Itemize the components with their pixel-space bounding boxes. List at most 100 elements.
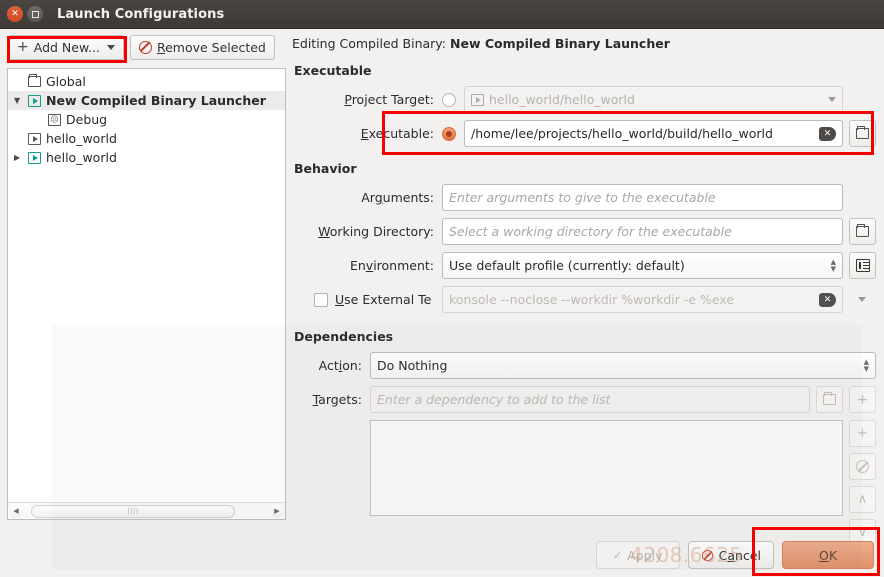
folder-icon <box>28 73 41 87</box>
arguments-input[interactable]: Enter arguments to give to the executabl… <box>442 184 843 211</box>
scrollbar-thumb[interactable]: |||| <box>31 504 235 518</box>
terminal-command-input[interactable]: konsole --noclose --workdir %workdir -e … <box>442 286 843 313</box>
environment-value: Use default profile (currently: default) <box>449 258 685 273</box>
window-titlebar: ✕ Launch Configurations <box>0 0 884 29</box>
chevron-down-icon[interactable] <box>106 44 115 50</box>
spinner-icon[interactable]: ▲ ▼ <box>831 258 836 272</box>
project-target-combo[interactable]: hello_world/hello_world <box>464 86 843 113</box>
targets-add-button-2[interactable]: + <box>849 420 876 447</box>
add-new-label: Add New... <box>33 39 100 55</box>
working-directory-input[interactable]: Select a working directory for the execu… <box>442 218 843 245</box>
working-directory-label: Working Directory: <box>318 224 434 239</box>
targets-list-row: + ∧ ∨ <box>292 420 876 546</box>
action-value: Do Nothing <box>377 358 448 373</box>
dependencies-group-heading: Dependencies <box>294 329 394 344</box>
close-icon[interactable]: ✕ <box>7 6 23 22</box>
action-combo[interactable]: Do Nothing ▲ ▼ <box>370 352 876 379</box>
use-external-terminal-checkbox[interactable] <box>314 292 328 307</box>
launcher-gray-icon <box>28 132 41 145</box>
remove-selected-label: Remove Selected <box>156 39 266 55</box>
executable-label: Executable: <box>360 126 434 141</box>
chevron-down-icon[interactable] <box>14 96 28 105</box>
tree-item-label: hello_world <box>46 131 117 146</box>
behavior-group-heading: Behavior <box>294 161 357 176</box>
executable-browse-button[interactable] <box>849 120 876 147</box>
editing-prefix: Editing Compiled Binary: <box>292 36 447 51</box>
editing-header: Editing Compiled Binary: New Compiled Bi… <box>292 36 876 51</box>
scroll-left-arrow-icon[interactable]: ◀ <box>9 504 23 518</box>
targets-remove-button[interactable] <box>849 453 876 480</box>
targets-label: Targets: <box>312 392 362 407</box>
apply-label: Apply <box>627 547 663 563</box>
project-target-label: Project Target: <box>344 92 434 107</box>
tree-item-new-compiled-binary-launcher[interactable]: New Compiled Binary Launcher <box>8 91 285 110</box>
working-directory-row: Working Directory: Select a working dire… <box>292 218 876 245</box>
targets-action-buttons: + ∧ ∨ <box>849 420 876 546</box>
executable-value: /home/lee/projects/hello_world/build/hel… <box>471 126 773 141</box>
launcher-icon <box>28 94 41 107</box>
project-target-value: hello_world/hello_world <box>489 92 635 107</box>
dialog-button-bar: ✓ Apply Cancel OK <box>595 541 874 569</box>
working-directory-browse-button[interactable] <box>849 218 876 245</box>
add-new-button[interactable]: + Add New... <box>8 34 124 60</box>
use-external-terminal-check-wrap[interactable]: Use External Te <box>292 292 442 307</box>
clear-icon[interactable]: ✕ <box>819 126 836 141</box>
spinner-icon[interactable]: ▲ ▼ <box>864 358 869 372</box>
environment-config-button[interactable] <box>849 252 876 279</box>
check-icon: ✓ <box>612 548 623 562</box>
tree-item-hello-world-gray[interactable]: hello_world <box>8 129 285 148</box>
configuration-editor-pane: Editing Compiled Binary: New Compiled Bi… <box>292 36 876 553</box>
targets-move-up-button[interactable]: ∧ <box>849 486 876 513</box>
apply-button[interactable]: ✓ Apply <box>595 541 680 569</box>
chevron-down-icon[interactable] <box>857 297 866 302</box>
project-target-radio[interactable] <box>442 92 456 107</box>
targets-placeholder: Enter a dependency to add to the list <box>377 392 611 407</box>
plus-icon: + <box>857 426 868 441</box>
use-external-terminal-label: Use External Te <box>335 292 432 307</box>
executable-group-heading: Executable <box>294 63 372 78</box>
action-label: Action: <box>318 358 362 373</box>
targets-listbox[interactable] <box>370 420 843 516</box>
cancel-button[interactable]: Cancel <box>687 541 774 569</box>
tree-item-global[interactable]: Global <box>8 72 285 91</box>
maximize-icon[interactable] <box>27 6 43 22</box>
targets-browse-button[interactable] <box>816 386 843 413</box>
environment-config-icon <box>855 259 870 272</box>
launcher-gray-icon <box>471 93 484 106</box>
environment-combo[interactable]: Use default profile (currently: default)… <box>442 252 843 279</box>
ok-button[interactable]: OK <box>782 541 874 569</box>
working-directory-placeholder: Select a working directory for the execu… <box>449 224 732 239</box>
use-external-terminal-row: Use External Te konsole --noclose --work… <box>292 286 876 313</box>
arguments-row: Arguments: Enter arguments to give to th… <box>292 184 876 211</box>
ok-label: OK <box>818 547 838 563</box>
folder-browse-icon <box>856 125 869 139</box>
cancel-label: Cancel <box>718 547 761 563</box>
targets-input[interactable]: Enter a dependency to add to the list <box>370 386 810 413</box>
folder-browse-icon <box>856 223 869 237</box>
plus-icon: + <box>856 391 869 408</box>
window-title: Launch Configurations <box>57 6 225 22</box>
remove-selected-button[interactable]: Remove Selected <box>129 34 275 60</box>
scroll-right-arrow-icon[interactable]: ▶ <box>270 504 284 518</box>
executable-input[interactable]: /home/lee/projects/hello_world/build/hel… <box>464 120 843 147</box>
executable-radio[interactable] <box>442 126 456 141</box>
arguments-label: Arguments: <box>361 190 434 205</box>
tree-horizontal-scrollbar[interactable]: ◀ |||| ▶ <box>8 502 285 519</box>
scrollbar-track[interactable]: |||| <box>24 504 269 518</box>
chevron-down-icon[interactable] <box>828 97 836 102</box>
environment-row: Environment: Use default profile (curren… <box>292 252 876 279</box>
remove-icon <box>856 460 869 473</box>
tree-item-label: Debug <box>66 112 108 127</box>
chevron-right-icon[interactable] <box>14 153 28 162</box>
targets-row: Targets: Enter a dependency to add to th… <box>292 386 876 413</box>
terminal-command-value: konsole --noclose --workdir %workdir -e … <box>449 292 735 307</box>
scrollbar-grip: |||| <box>127 507 139 515</box>
ban-icon <box>138 40 152 54</box>
clear-icon[interactable]: ✕ <box>819 292 836 307</box>
launcher-icon <box>28 151 41 164</box>
targets-add-button[interactable]: + <box>849 386 876 413</box>
tree-item-label: New Compiled Binary Launcher <box>46 93 266 108</box>
tree-item-debug[interactable]: ☹ Debug <box>8 110 285 129</box>
tree-item-hello-world[interactable]: hello_world <box>8 148 285 167</box>
launch-configurations-tree[interactable]: Global New Compiled Binary Launcher ☹ De… <box>7 68 286 520</box>
